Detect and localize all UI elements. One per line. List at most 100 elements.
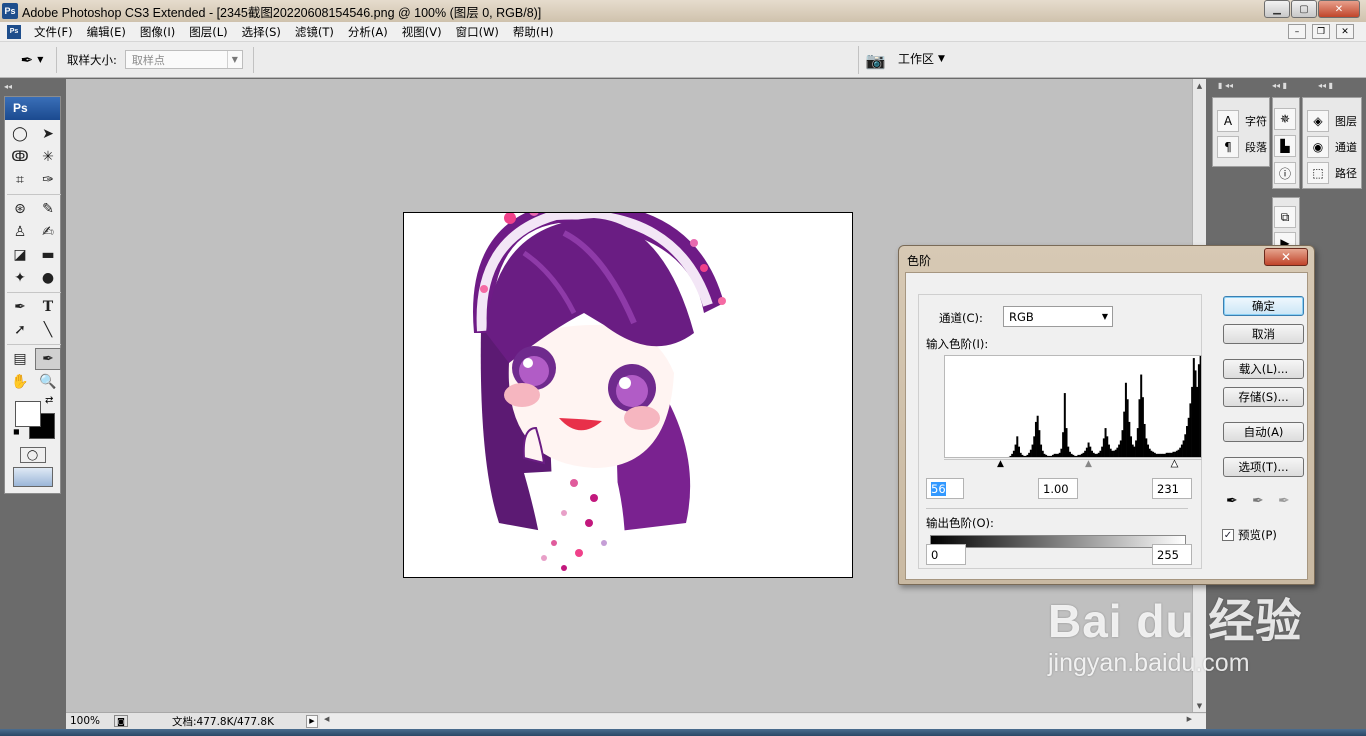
slice-icon[interactable]: ✑ (35, 169, 61, 191)
magic-wand-icon[interactable]: ✳ (35, 146, 61, 168)
output-slider[interactable]: ▲ ▲ (929, 547, 1187, 559)
maximize-icon[interactable]: ▢ (1291, 0, 1317, 18)
gradient-icon[interactable]: ▬ (35, 244, 61, 266)
history-brush-icon[interactable]: ✍ (35, 221, 61, 243)
scroll-left-icon[interactable]: ◀ (324, 715, 329, 723)
zoom-level[interactable]: 100% (66, 715, 114, 727)
paths-panel-tab[interactable]: ⬚ 路径 (1303, 160, 1361, 186)
sample-size-select[interactable]: 取样点 ▼ (124, 50, 243, 69)
zoom-icon[interactable]: 🔍 (35, 371, 61, 393)
pen-icon[interactable]: ✒ (7, 296, 33, 318)
scroll-down-icon[interactable]: ▼ (1193, 699, 1206, 712)
save-button[interactable]: 存储(S)... (1223, 387, 1304, 407)
menu-layer[interactable]: 图层(L) (182, 24, 234, 40)
layers-panel-tab[interactable]: ◈ 图层 (1303, 108, 1361, 134)
collapse-icon[interactable]: ▮ ◂◂ (1218, 81, 1233, 90)
gamma-slider[interactable]: ▲ (1085, 459, 1092, 469)
type-icon[interactable]: T (35, 296, 61, 318)
histogram-bar (1187, 417, 1190, 457)
scroll-up-icon[interactable]: ▲ (1193, 79, 1206, 92)
collapse-icon[interactable]: ◂◂ ▮ (1272, 81, 1287, 90)
brush-icon[interactable]: ✎ (35, 198, 61, 220)
channel-select[interactable]: RGB ▼ (1003, 306, 1113, 327)
paragraph-panel-tab[interactable]: ¶ 段落 (1213, 134, 1269, 160)
doc-restore-icon[interactable]: ❐ (1312, 24, 1330, 39)
eraser-icon[interactable]: ◪ (7, 244, 33, 266)
preview-toggle[interactable]: ✓ 预览(P) (1222, 527, 1277, 543)
menu-filter[interactable]: 滤镜(T) (288, 24, 341, 40)
history-icon[interactable]: ⧉ (1274, 206, 1296, 228)
hand-icon[interactable]: ✋ (7, 371, 33, 393)
quick-mask-icon[interactable]: ◯ (19, 447, 46, 463)
crop-icon[interactable]: ⌗ (7, 169, 33, 191)
horizontal-scrollbar[interactable]: ◀ ▶ (320, 713, 1206, 729)
doc-close-icon[interactable]: ✕ (1336, 24, 1354, 39)
input-black-field[interactable]: 56 (926, 478, 964, 499)
histogram-bar (1026, 454, 1029, 457)
ok-button[interactable]: 确定 (1223, 296, 1304, 316)
clone-stamp-icon[interactable]: ♙ (7, 221, 33, 243)
cancel-button[interactable]: 取消 (1223, 324, 1304, 344)
input-white-field[interactable]: 231 (1152, 478, 1192, 499)
close-icon[interactable]: ✕ (1264, 248, 1308, 266)
black-eyedropper-icon[interactable]: ✒ (1226, 493, 1238, 509)
eyedropper-icon[interactable]: ✒ ▼ (12, 46, 52, 74)
info-icon[interactable]: ⓘ (1274, 162, 1296, 184)
eyedropper-icon[interactable]: ✒ (35, 348, 61, 370)
layers-label: 图层 (1335, 115, 1357, 128)
marquee-icon[interactable]: ◯ (7, 123, 33, 145)
screen-mode-icon[interactable] (12, 467, 53, 487)
collapse-icon[interactable]: ◂◂ ▮ (1318, 81, 1333, 90)
minimize-icon[interactable]: ▁ (1264, 0, 1290, 18)
bridge-icon[interactable]: 📷 (858, 46, 892, 74)
white-point-slider[interactable]: ▲ (1171, 459, 1179, 470)
input-slider[interactable]: ▲ ▲ ▲ (944, 459, 1202, 469)
menu-edit[interactable]: 编辑(E) (80, 24, 133, 40)
navigator-icon[interactable]: ✵ (1274, 108, 1296, 130)
menu-analysis[interactable]: 分析(A) (341, 24, 395, 40)
foreground-color-swatch[interactable] (15, 401, 41, 427)
status-info-icon[interactable]: ◙ (114, 715, 128, 727)
path-selection-icon[interactable]: ➚ (7, 319, 33, 341)
menu-image[interactable]: 图像(I) (133, 24, 182, 40)
line-icon[interactable]: ╲ (35, 319, 61, 341)
menu-window[interactable]: 窗口(W) (449, 24, 506, 40)
document-image[interactable] (403, 212, 853, 578)
options-button[interactable]: 选项(T)... (1223, 457, 1304, 477)
preview-checkbox[interactable]: ✓ (1222, 529, 1234, 541)
histogram-icon[interactable]: ▙ (1274, 135, 1296, 157)
white-eyedropper-icon[interactable]: ✒ (1278, 493, 1290, 509)
load-button[interactable]: 载入(L)... (1223, 359, 1304, 379)
collapse-icon[interactable]: ◂◂ (4, 82, 12, 91)
toolbox-logo[interactable]: Ps (5, 97, 60, 120)
notes-icon[interactable]: ▤ (7, 348, 33, 370)
black-point-slider[interactable]: ▲ (997, 459, 1004, 469)
gray-eyedropper-icon[interactable]: ✒ (1252, 493, 1264, 509)
dodge-icon[interactable]: ● (35, 267, 61, 289)
menu-view[interactable]: 视图(V) (395, 24, 449, 40)
swap-colors-icon[interactable]: ⇄ (45, 395, 53, 406)
menu-file[interactable]: 文件(F) (27, 24, 80, 40)
output-white-field[interactable]: 255 (1152, 544, 1192, 565)
menu-help[interactable]: 帮助(H) (506, 24, 561, 40)
auto-button[interactable]: 自动(A) (1223, 422, 1304, 442)
channels-panel-tab[interactable]: ◉ 通道 (1303, 134, 1361, 160)
blur-icon[interactable]: ✦ (7, 267, 33, 289)
status-menu-icon[interactable]: ▶ (306, 714, 318, 728)
lasso-icon[interactable]: ↂ (7, 146, 33, 168)
input-gamma-field[interactable]: 1.00 (1038, 478, 1078, 499)
input-levels-label: 输入色阶(I): (926, 337, 989, 351)
healing-brush-icon[interactable]: ⊛ (7, 198, 33, 220)
doc-minimize-icon[interactable]: – (1288, 24, 1306, 39)
default-colors-icon[interactable]: ◼ (13, 427, 20, 436)
workspace-menu[interactable]: 工作区 ▼ (898, 50, 945, 67)
close-icon[interactable]: ✕ (1318, 0, 1360, 18)
document-icon[interactable]: Ps (7, 24, 21, 39)
histogram-bar (1084, 450, 1087, 457)
character-panel-tab[interactable]: A 字符 (1213, 108, 1269, 134)
menu-select[interactable]: 选择(S) (235, 24, 288, 40)
levels-dialog: 色阶 ✕ 通道(C): RGB ▼ 输入色阶(I): ▲ ▲ ▲ 56 1.00… (898, 245, 1315, 585)
output-black-field[interactable]: 0 (926, 544, 966, 565)
scroll-right-icon[interactable]: ▶ (1187, 715, 1192, 723)
move-icon[interactable]: ➤ (35, 123, 61, 145)
